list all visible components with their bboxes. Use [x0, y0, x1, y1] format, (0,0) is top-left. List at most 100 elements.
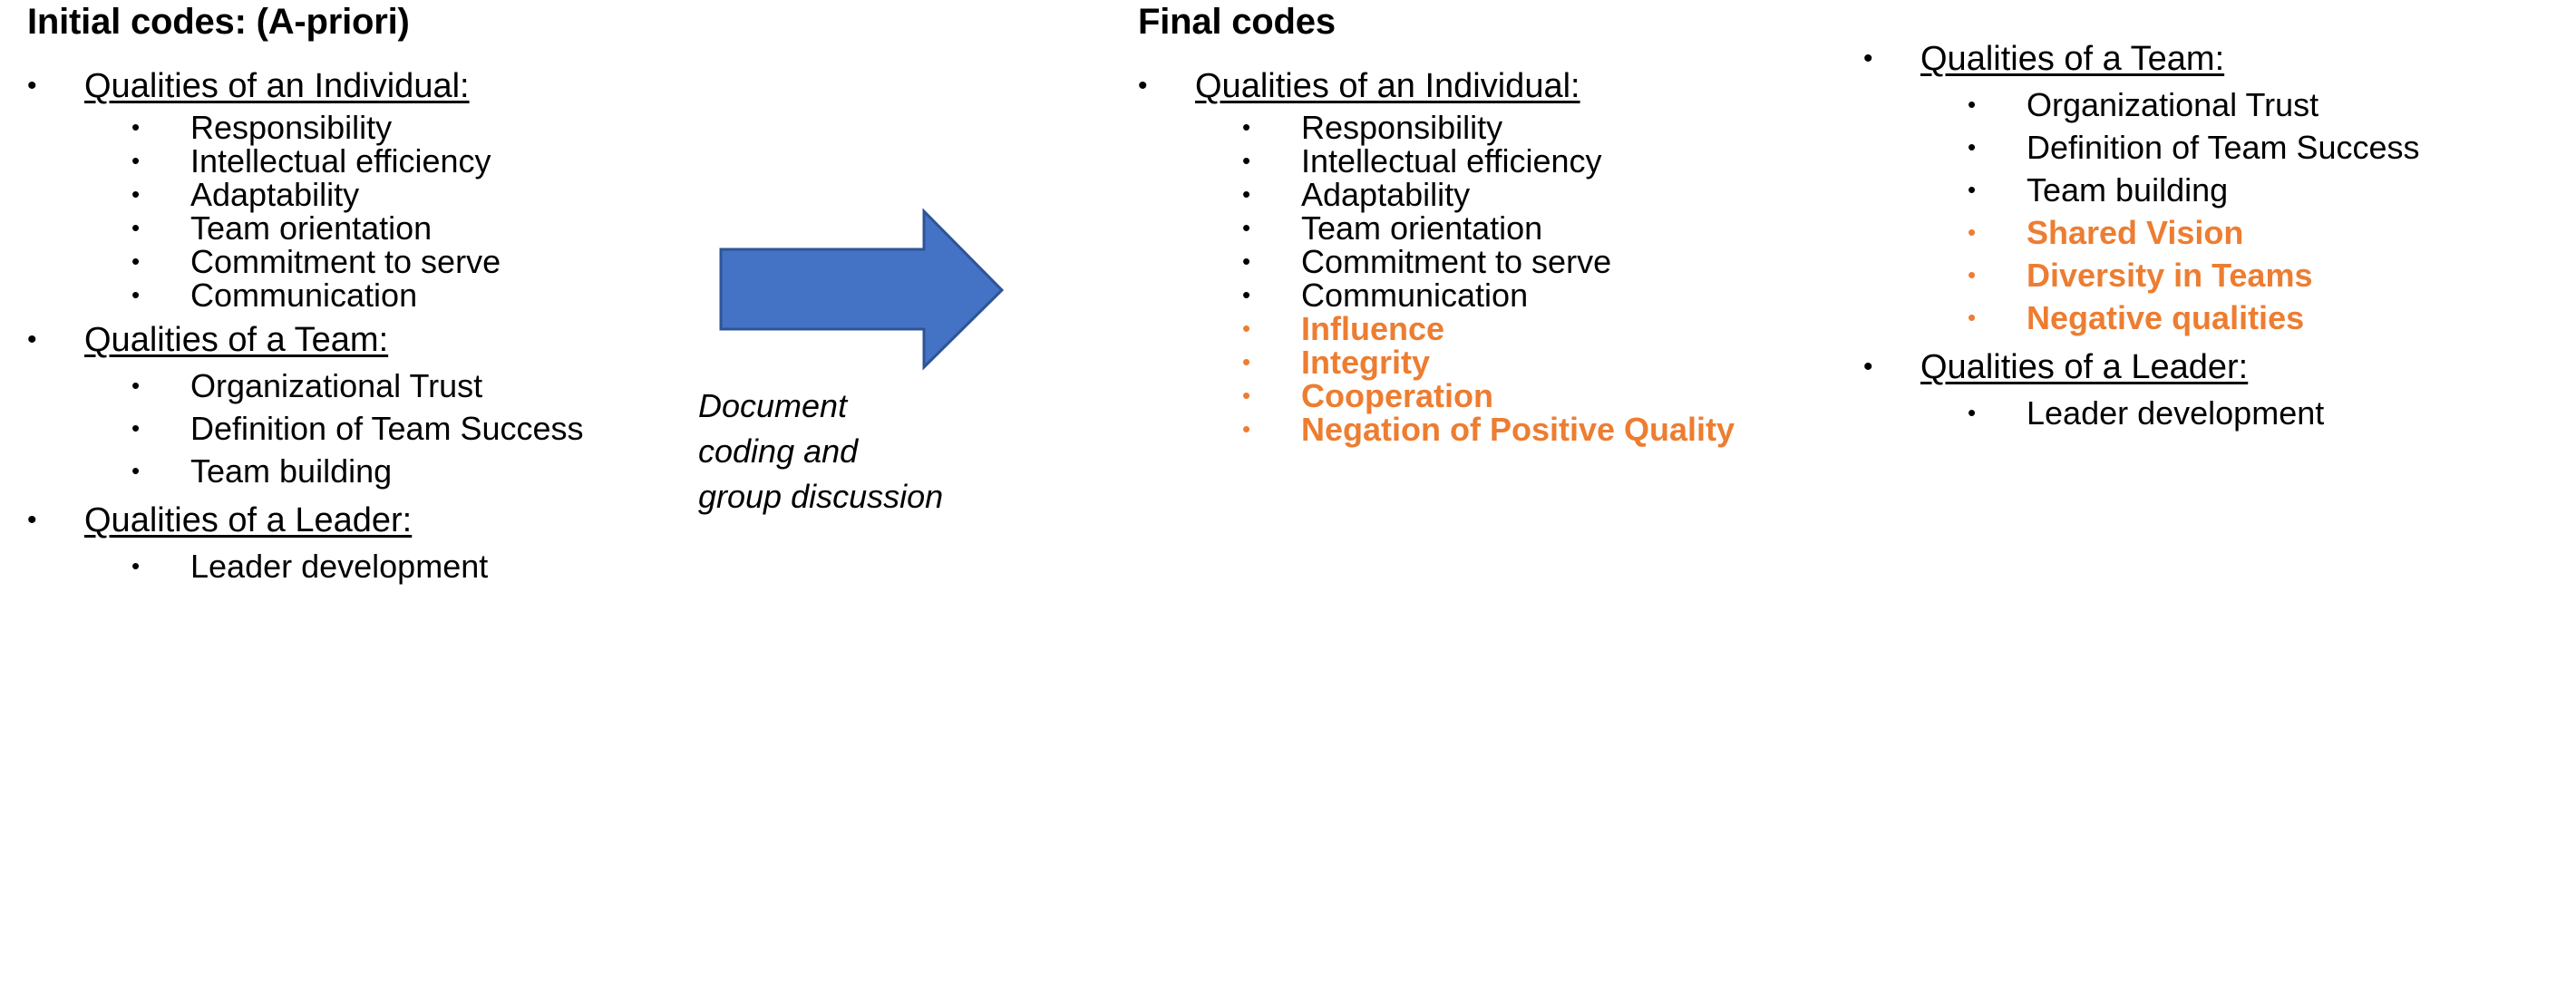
code-item-label: Communication — [1301, 277, 1529, 314]
code-item-added: • Integrity — [1138, 345, 1755, 379]
code-item: • Definition of Team Success — [1863, 126, 2576, 169]
code-item: • Commitment to serve — [27, 245, 680, 278]
bullet-icon: • — [1242, 348, 1251, 375]
code-item-label: Intellectual efficiency — [190, 142, 491, 180]
bullet-icon: • — [1242, 180, 1251, 208]
code-item: • Definition of Team Success — [27, 407, 680, 450]
bullet-icon: • — [131, 147, 141, 174]
bullet-icon: • — [1863, 352, 1873, 382]
bullet-icon: • — [1968, 261, 1977, 288]
code-item-label: Intellectual efficiency — [1301, 142, 1602, 180]
bullet-icon: • — [1242, 147, 1251, 174]
bullet-icon: • — [1242, 113, 1251, 141]
code-group-heading: • Qualities of a Team: — [27, 316, 680, 364]
bullet-icon: • — [27, 505, 37, 535]
code-item: • Team building — [1863, 169, 2576, 211]
bullet-icon: • — [1968, 304, 1977, 331]
initial-codes-list: • Qualities of an Individual: • Responsibil… — [27, 62, 680, 587]
bullet-icon: • — [1242, 281, 1251, 308]
bullet-icon: • — [131, 552, 141, 579]
code-item: • Responsibility — [1138, 111, 1755, 144]
bullet-icon: • — [1242, 214, 1251, 241]
final-codes-continued-list: • Qualities of a Team: • Organizational Tru… — [1863, 34, 2576, 434]
right-arrow-icon — [719, 208, 1005, 371]
code-item-label: Leader development — [2027, 394, 2325, 432]
final-codes-list: • Qualities of an Individual: • Responsibil… — [1138, 62, 1755, 446]
code-item: • Communication — [27, 278, 680, 312]
code-group-heading: • Qualities of an Individual: — [27, 62, 680, 111]
code-item: • Leader development — [27, 545, 680, 587]
code-item: • Intellectual efficiency — [27, 144, 680, 178]
transition-caption: Document coding and group discussion — [698, 387, 944, 515]
code-item-label: Definition of Team Success — [2027, 129, 2420, 166]
code-item-label: Commitment to serve — [190, 243, 501, 280]
bullet-icon: • — [1138, 71, 1148, 101]
bullet-icon: • — [1968, 176, 1977, 203]
code-item: • Responsibility — [27, 111, 680, 144]
code-item: • Organizational Trust — [27, 364, 680, 407]
code-item-label: Communication — [190, 277, 418, 314]
bullet-icon: • — [27, 325, 37, 354]
code-item-added: • Cooperation — [1138, 379, 1755, 413]
code-item-label: Negative qualities — [2027, 299, 2305, 336]
code-item-label: Leader development — [190, 548, 489, 585]
code-item: • Intellectual efficiency — [1138, 144, 1755, 178]
code-group-heading-label: Qualities of an Individual: — [1195, 67, 1580, 105]
code-item: • Adaptability — [1138, 178, 1755, 211]
bullet-icon: • — [1242, 415, 1251, 442]
bullet-icon: • — [131, 214, 141, 241]
code-group-heading: • Qualities of a Leader: — [1863, 343, 2576, 392]
bullet-icon: • — [131, 372, 141, 399]
code-item-label: Negation of Positive Quality — [1301, 411, 1735, 448]
code-item-added: • Diversity in Teams — [1863, 254, 2576, 296]
code-group-heading-label: Qualities of a Team: — [1920, 40, 2225, 78]
code-item-label: Organizational Trust — [2027, 86, 2319, 123]
bullet-icon: • — [131, 180, 141, 208]
code-group-heading-label: Qualities of a Leader: — [84, 501, 413, 539]
code-item-added: • Negation of Positive Quality — [1138, 413, 1755, 446]
code-item-label: Responsibility — [190, 109, 393, 146]
code-item: • Communication — [1138, 278, 1755, 312]
bullet-icon: • — [1968, 91, 1977, 118]
code-group-heading: • Qualities of an Individual: — [1138, 62, 1755, 111]
code-item-label: Responsibility — [1301, 109, 1503, 146]
bullet-icon: • — [131, 457, 141, 484]
final-codes-title: Final codes — [1138, 2, 1336, 42]
coding-scheme-slide: Initial codes: (A-priori) • Qualities of … — [0, 0, 2576, 1000]
bullet-icon: • — [131, 281, 141, 308]
initial-codes-title: Initial codes: (A-priori) — [27, 2, 410, 42]
bullet-icon: • — [1968, 218, 1977, 246]
code-item: • Team orientation — [27, 211, 680, 245]
code-item: • Commitment to serve — [1138, 245, 1755, 278]
code-item: • Adaptability — [27, 178, 680, 211]
code-item: • Organizational Trust — [1863, 83, 2576, 126]
code-item-label: Adaptability — [190, 176, 360, 213]
code-item: • Leader development — [1863, 392, 2576, 434]
bullet-icon: • — [1968, 399, 1977, 426]
bullet-icon: • — [131, 414, 141, 442]
final-codes-column: Final codes • Qualities of an Individual:… — [1138, 0, 1755, 446]
code-item-added: • Influence — [1138, 312, 1755, 345]
code-group-heading-label: Qualities of an Individual: — [84, 67, 470, 105]
code-item-label: Adaptability — [1301, 176, 1471, 213]
code-item-label: Definition of Team Success — [190, 410, 584, 447]
bullet-icon: • — [27, 71, 37, 101]
code-item-label: Team building — [190, 452, 393, 490]
code-item: • Team orientation — [1138, 211, 1755, 245]
code-item-label: Cooperation — [1301, 377, 1493, 414]
code-group-heading-label: Qualities of a Leader: — [1920, 348, 2249, 386]
code-item-label: Diversity in Teams — [2027, 257, 2313, 294]
transition-arrow — [698, 199, 1061, 381]
code-item-label: Team orientation — [1301, 209, 1543, 247]
bullet-icon: • — [131, 113, 141, 141]
bullet-icon: • — [1968, 133, 1977, 160]
bullet-icon: • — [1242, 315, 1251, 342]
code-item-added: • Negative qualities — [1863, 296, 2576, 339]
final-codes-column-continued: • Qualities of a Team: • Organizational Tru… — [1863, 34, 2576, 434]
code-group-heading: • Qualities of a Leader: — [27, 496, 680, 545]
code-item-added: • Shared Vision — [1863, 211, 2576, 254]
code-item-label: Team building — [2027, 171, 2229, 209]
code-item-label: Commitment to serve — [1301, 243, 1612, 280]
bullet-icon: • — [1242, 248, 1251, 275]
code-item-label: Organizational Trust — [190, 367, 483, 404]
